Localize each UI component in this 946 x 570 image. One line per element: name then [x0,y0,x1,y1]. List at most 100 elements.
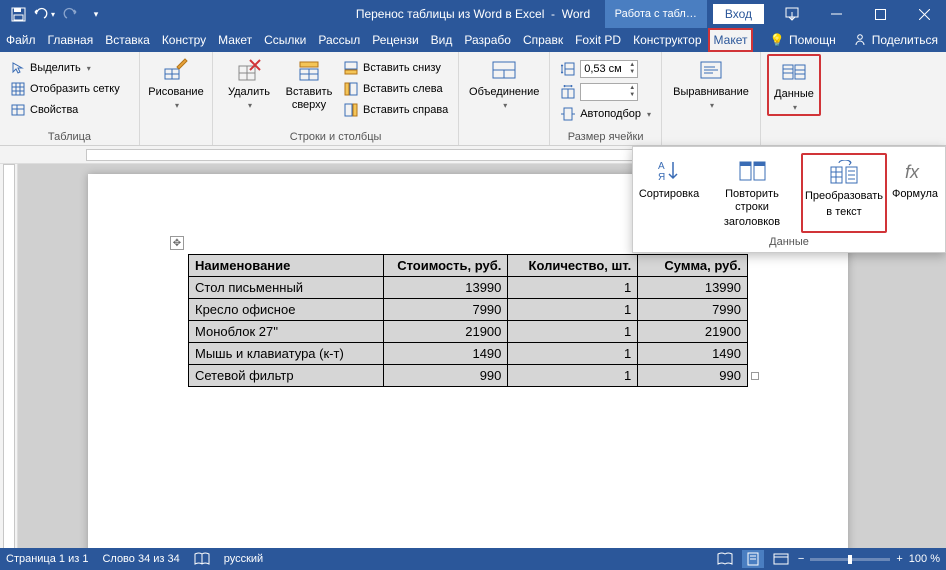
col-width[interactable]: ▲▼ [556,81,655,103]
redo-button[interactable] [58,2,82,26]
autofit-button[interactable]: Автоподбор▾ [556,104,655,124]
table-cell[interactable]: 990 [383,365,508,387]
table-cell[interactable]: 1490 [383,343,508,365]
repeat-headers-button[interactable]: Повторить строкизаголовков [703,153,801,233]
table-cell[interactable]: 1 [508,343,638,365]
tab-file[interactable]: Файл [0,28,42,52]
table-row[interactable]: Стол письменный13990113990 [189,277,748,299]
table-row[interactable]: Мышь и клавиатура (к-т)149011490 [189,343,748,365]
width-spinner[interactable]: ▲▼ [580,83,638,101]
table-cell[interactable]: Стол письменный [189,277,384,299]
tab-table-layout[interactable]: Макет [708,28,754,52]
height-spinner[interactable]: ▲▼ [580,60,638,78]
view-read-button[interactable] [714,550,736,568]
table-cell[interactable]: 990 [638,365,748,387]
convert-to-text-button[interactable]: Преобразоватьв текст [801,153,887,233]
table-resize-handle[interactable] [751,372,759,380]
width-input[interactable] [581,86,627,98]
table-row[interactable]: Кресло офисное799017990 [189,299,748,321]
row-height[interactable]: ▲▼ [556,58,655,80]
table-cell[interactable]: Моноблок 27'' [189,321,384,343]
tab-mailings[interactable]: Рассыл [312,28,366,52]
svg-text:Я: Я [658,172,665,183]
word-count[interactable]: Слово 34 из 34 [102,553,179,565]
tab-home[interactable]: Главная [42,28,100,52]
maximize-button[interactable] [858,0,902,28]
table-row[interactable]: Сетевой фильтр9901990 [189,365,748,387]
table-cell[interactable]: 1 [508,299,638,321]
insert-right-button[interactable]: Вставить справа [339,100,452,120]
tab-insert[interactable]: Вставка [99,28,156,52]
data-button[interactable]: Данные▾ [767,54,821,116]
ruler-vertical[interactable] [0,164,18,550]
qat-customize[interactable]: ▾ [84,2,108,26]
tellme-button[interactable]: 💡Помощн [761,28,844,52]
svg-text:А: А [658,161,665,172]
tab-view[interactable]: Вид [425,28,459,52]
table-cell[interactable]: 1490 [638,343,748,365]
view-gridlines-button[interactable]: Отобразить сетку [6,79,124,99]
table-header-row[interactable]: Наименование Стоимость, руб. Количество,… [189,255,748,277]
spellcheck-button[interactable] [194,552,210,566]
table-cell[interactable]: 13990 [638,277,748,299]
view-web-button[interactable] [770,550,792,568]
zoom-slider[interactable] [810,558,890,561]
insert-left-button[interactable]: Вставить слева [339,79,452,99]
zoom-level[interactable]: 100 % [909,553,940,565]
insert-below-icon [343,60,359,76]
tab-foxit[interactable]: Foxit PD [569,28,627,52]
table-cell[interactable]: 1 [508,321,638,343]
formula-button[interactable]: fx Формула [887,153,943,233]
table-cell[interactable]: Мышь и клавиатура (к-т) [189,343,384,365]
table-row[interactable]: Моноблок 27''21900121900 [189,321,748,343]
table-cell[interactable]: 1 [508,277,638,299]
page-status[interactable]: Страница 1 из 1 [6,553,88,565]
group-alignment: Выравнивание▾ [662,52,761,145]
tab-table-design[interactable]: Конструктор [627,28,707,52]
table-cell[interactable]: 21900 [383,321,508,343]
tab-layout[interactable]: Макет [212,28,258,52]
tab-developer[interactable]: Разрабо [458,28,517,52]
save-button[interactable] [6,2,30,26]
table-cell[interactable]: Сетевой фильтр [189,365,384,387]
language-button[interactable]: русский [224,553,263,565]
table-move-handle[interactable]: ✥ [170,236,184,250]
tab-design[interactable]: Констру [156,28,212,52]
title-bar: ▾ ▾ Перенос таблицы из Word в Excel - Wo… [0,0,946,28]
zoom-out[interactable]: − [798,553,804,565]
view-print-button[interactable] [742,550,764,568]
undo-button[interactable]: ▾ [32,2,56,26]
sort-button[interactable]: АЯ Сортировка [635,153,703,233]
ribbon-options-button[interactable] [770,0,814,28]
minimize-button[interactable] [814,0,858,28]
height-input[interactable] [581,63,627,75]
table-cell[interactable]: 1 [508,365,638,387]
merge-button[interactable]: Объединение▾ [465,54,543,112]
col-header[interactable]: Наименование [189,255,384,277]
col-header[interactable]: Количество, шт. [508,255,638,277]
share-button[interactable]: Поделиться [844,28,946,52]
tab-review[interactable]: Рецензи [366,28,424,52]
table-cell[interactable]: 7990 [638,299,748,321]
close-button[interactable] [902,0,946,28]
table-cell[interactable]: Кресло офисное [189,299,384,321]
col-header[interactable]: Сумма, руб. [638,255,748,277]
select-button[interactable]: Выделить▾ [6,58,124,78]
svg-text:fx: fx [905,162,920,182]
draw-button[interactable]: Рисование▾ [146,54,206,112]
doc-table[interactable]: Наименование Стоимость, руб. Количество,… [188,254,748,387]
group-merge: Объединение▾ [459,52,550,145]
table-cell[interactable]: 7990 [383,299,508,321]
tab-help[interactable]: Справк [517,28,569,52]
alignment-button[interactable]: Выравнивание▾ [668,54,754,112]
table-cell[interactable]: 21900 [638,321,748,343]
col-header[interactable]: Стоимость, руб. [383,255,508,277]
tab-references[interactable]: Ссылки [258,28,312,52]
delete-button[interactable]: Удалить▾ [219,54,279,112]
table-cell[interactable]: 13990 [383,277,508,299]
zoom-in[interactable]: + [896,553,902,565]
signin-button[interactable]: Вход [713,4,764,24]
insert-above-button[interactable]: Вставить сверху [279,54,339,113]
properties-button[interactable]: Свойства [6,100,124,120]
insert-below-button[interactable]: Вставить снизу [339,58,452,78]
